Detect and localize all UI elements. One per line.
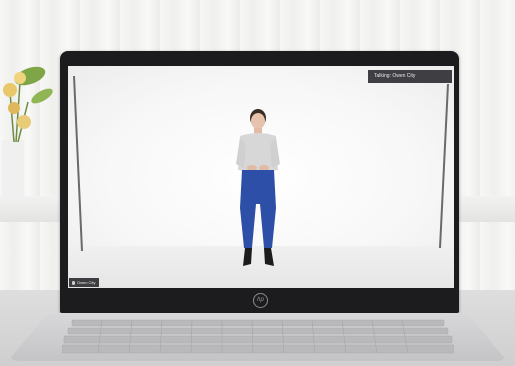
participant-name: Owen City (77, 280, 96, 285)
video-call-screen: Talking: Owen City Owen City (68, 66, 454, 288)
participant-person (236, 109, 280, 266)
keyboard (62, 319, 454, 354)
mic-icon[interactable] (72, 280, 75, 285)
talking-indicator: Talking: Owen City (368, 70, 452, 83)
hp-logo-icon: hp (253, 293, 268, 308)
participant-name-tag: Owen City (69, 278, 100, 287)
